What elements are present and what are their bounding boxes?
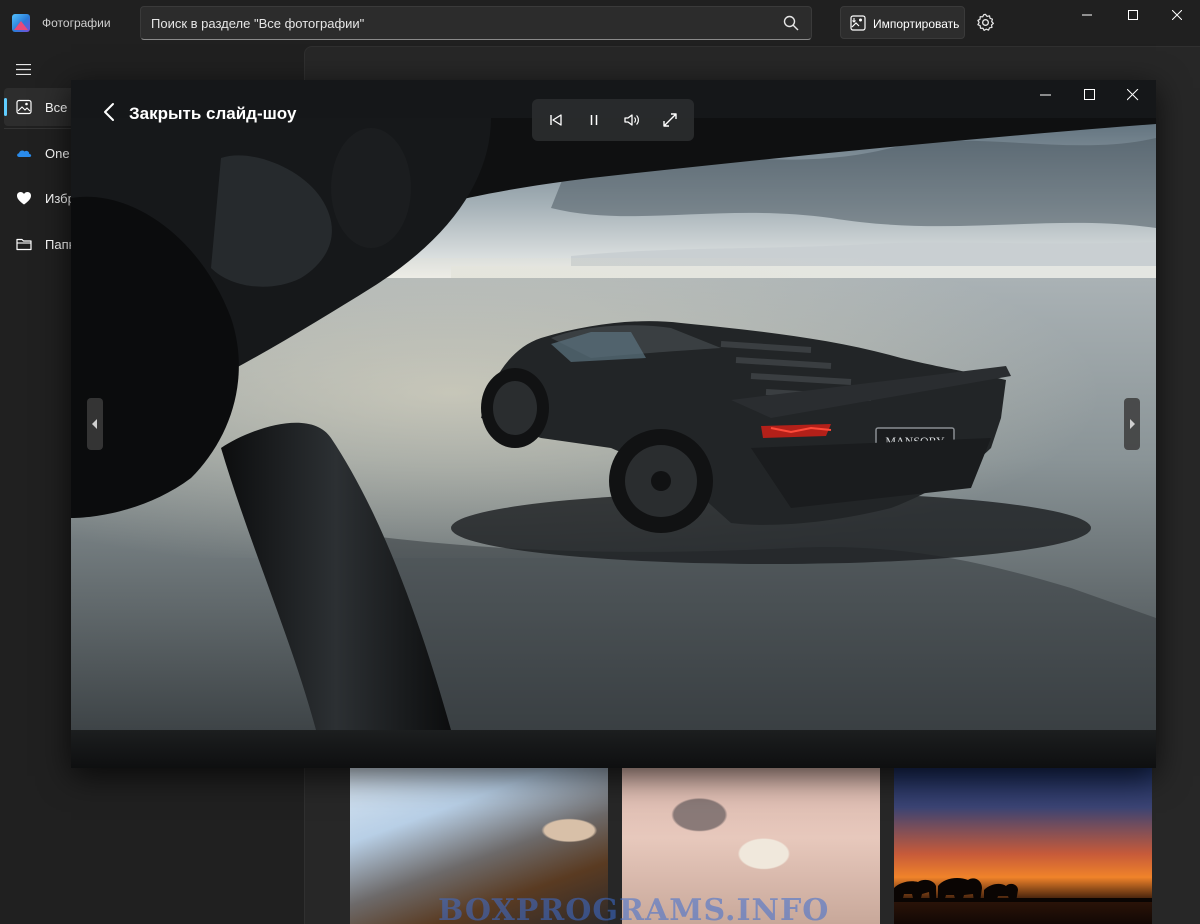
photo-letterbox-bottom: [71, 730, 1156, 768]
image-icon: [16, 99, 32, 115]
slideshow-window: MANSORY Закрыть слайд-шоу: [71, 80, 1156, 768]
slideshow-photo: MANSORY: [71, 118, 1156, 730]
next-photo-button[interactable]: [1124, 398, 1140, 450]
minimize-button[interactable]: [1064, 0, 1110, 32]
photo-thumbnail[interactable]: [894, 768, 1152, 924]
import-button[interactable]: Импортировать: [840, 6, 965, 39]
maximize-button[interactable]: [1110, 0, 1156, 32]
slideshow-close-button[interactable]: [1118, 86, 1148, 104]
watermark-text: BOXPROGRAMS.INFO: [438, 893, 830, 924]
slideshow-maximize-button[interactable]: [1075, 86, 1105, 104]
sidebar-item-label: Папк: [45, 237, 75, 252]
hamburger-menu-icon[interactable]: [16, 64, 31, 75]
fullscreen-icon[interactable]: [661, 111, 679, 129]
app-titlebar: Фотографии Поиск в разделе "Все фотограф…: [0, 0, 1200, 46]
maximize-icon: [1128, 10, 1138, 20]
sidebar-item-label: Все: [45, 100, 68, 115]
search-icon[interactable]: [783, 15, 799, 31]
app-title: Фотографии: [42, 16, 111, 30]
minimize-icon: [1040, 94, 1051, 96]
close-button[interactable]: [1154, 0, 1200, 32]
volume-icon[interactable]: [623, 111, 641, 129]
pause-icon[interactable]: [585, 111, 603, 129]
close-icon: [1172, 10, 1182, 20]
back-arrow-icon[interactable]: [103, 102, 115, 122]
slideshow-minimize-button[interactable]: [1031, 86, 1061, 104]
heart-icon: [17, 192, 31, 205]
photos-logo-icon: [12, 14, 30, 32]
sidebar-item-label: One: [45, 146, 70, 161]
previous-icon[interactable]: [547, 111, 565, 129]
maximize-icon: [1084, 89, 1095, 100]
search-input[interactable]: Поиск в разделе "Все фотографии": [140, 6, 812, 40]
import-icon: [850, 15, 866, 31]
chevron-right-icon: [1130, 419, 1135, 429]
gear-icon[interactable]: [976, 13, 995, 32]
close-slideshow-button[interactable]: Закрыть слайд-шоу: [129, 104, 296, 124]
photo-scene-image: MANSORY: [71, 118, 1156, 730]
slideshow-controls: [532, 99, 694, 141]
import-button-label: Импортировать: [873, 17, 960, 31]
previous-photo-button[interactable]: [87, 398, 103, 450]
close-icon: [1127, 89, 1139, 101]
onedrive-icon: [17, 150, 32, 157]
minimize-icon: [1082, 14, 1092, 16]
search-input-value: Поиск в разделе "Все фотографии": [151, 16, 365, 31]
elephant-silhouette-image: [894, 878, 1152, 902]
active-indicator: [4, 98, 7, 116]
folder-icon: [16, 238, 32, 251]
chevron-left-icon: [92, 419, 97, 429]
